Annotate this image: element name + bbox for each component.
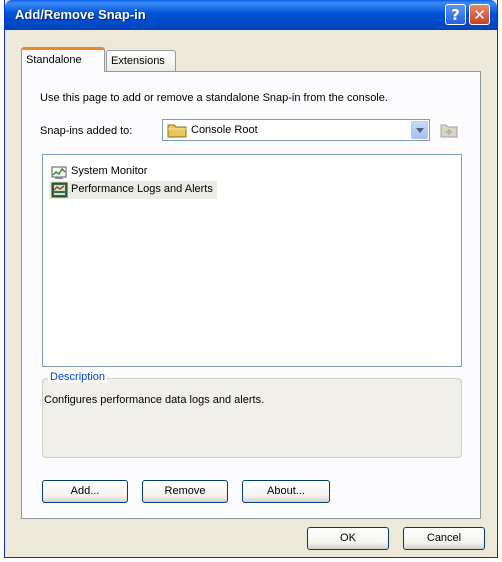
close-button[interactable]: ✕ xyxy=(469,4,490,25)
performance-logs-icon xyxy=(51,182,69,201)
snapins-added-to-label: Snap-ins added to: xyxy=(40,125,133,137)
folder-icon xyxy=(167,123,187,141)
list-item-performance-logs[interactable]: Performance Logs and Alerts xyxy=(49,181,217,199)
description-text: Configures performance data logs and ale… xyxy=(44,394,265,406)
snapin-list[interactable]: System Monitor Performance Logs and Aler… xyxy=(42,154,462,367)
chevron-down-icon[interactable] xyxy=(411,121,428,139)
snapins-added-to-value: Console Root xyxy=(191,124,258,136)
add-button[interactable]: Add... xyxy=(42,480,128,503)
snapins-added-to-select[interactable]: Console Root xyxy=(162,119,430,141)
description-group xyxy=(42,378,462,458)
up-one-level-icon[interactable] xyxy=(440,122,458,141)
list-item-system-monitor[interactable]: System Monitor xyxy=(49,163,151,181)
snapin-label: Performance Logs and Alerts xyxy=(71,183,213,195)
instruction-text: Use this page to add or remove a standal… xyxy=(40,92,388,104)
tab-extensions[interactable]: Extensions xyxy=(106,50,176,71)
about-button[interactable]: About... xyxy=(242,480,330,503)
standalone-panel: Use this page to add or remove a standal… xyxy=(21,71,481,519)
add-remove-snapin-dialog: Add/Remove Snap-in ? ✕ Standalone Extens… xyxy=(4,0,498,558)
help-button[interactable]: ? xyxy=(445,4,466,25)
cancel-button[interactable]: Cancel xyxy=(403,527,485,550)
snapin-label: System Monitor xyxy=(71,165,148,177)
tab-standalone[interactable]: Standalone xyxy=(21,47,105,72)
description-title: Description xyxy=(48,371,108,383)
ok-button[interactable]: OK xyxy=(307,527,389,550)
window-title: Add/Remove Snap-in xyxy=(15,7,146,22)
title-bar[interactable]: Add/Remove Snap-in ? ✕ xyxy=(5,0,497,30)
remove-button[interactable]: Remove xyxy=(142,480,228,503)
